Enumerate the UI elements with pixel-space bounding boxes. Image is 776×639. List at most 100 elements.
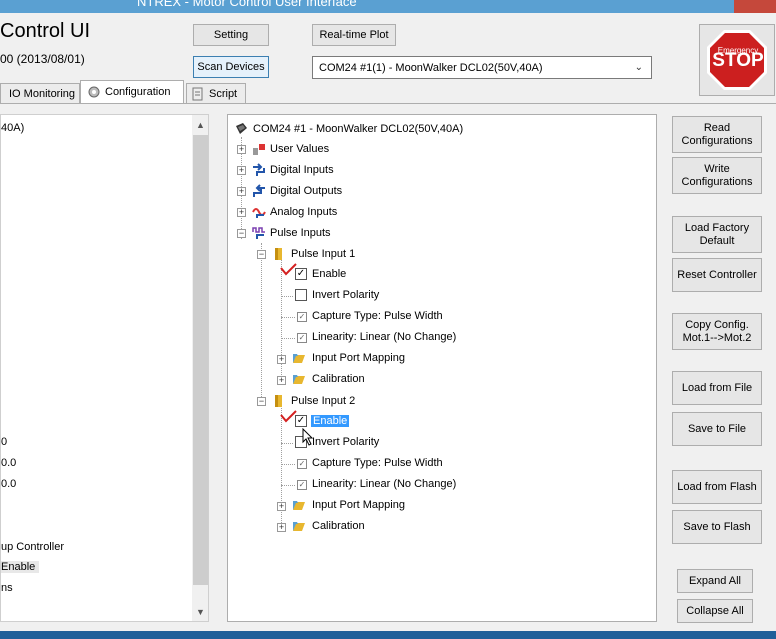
config-tree-panel: COM24 #1 - MoonWalker DCL02(50V,40A) + U… [227,114,657,622]
tab-io-monitoring[interactable]: IO Monitoring [0,83,80,103]
tree-item-calibration-1[interactable]: Calibration [292,371,365,387]
open-folder-icon [293,501,305,510]
read-configurations-button[interactable]: Read Configurations [672,116,762,153]
tree-item-capture-2[interactable]: Capture Type: Pulse Width [312,455,443,471]
capture-check-icon-2: ✓ [297,459,307,469]
open-folder-icon [293,354,305,363]
left-line: up Controller [1,541,64,553]
device-select[interactable]: COM24 #1(1) - MoonWalker DCL02(50V,40A) … [312,56,652,79]
tab-script[interactable]: Script [186,83,246,103]
tab-divider [0,103,776,104]
left-line: 0.0 [1,478,17,490]
save-to-file-button[interactable]: Save to File [672,412,762,446]
invert-polarity-checkbox-1[interactable] [295,289,307,301]
chevron-down-icon: ⌄ [634,62,643,73]
tree-item-digital-inputs[interactable]: Digital Inputs [252,162,334,178]
expand-all-button[interactable]: Expand All [677,569,753,593]
tab-label: Configuration [105,86,171,98]
tree-root[interactable]: COM24 #1 - MoonWalker DCL02(50V,40A) [234,121,463,137]
scroll-down-icon[interactable]: ▼ [196,607,205,617]
reset-controller-button[interactable]: Reset Controller [672,258,762,292]
tree-item-port-mapping-2[interactable]: Input Port Mapping [292,497,405,513]
scan-devices-button[interactable]: Scan Devices [193,56,269,78]
tree-item-label: Pulse Inputs [270,227,331,239]
tree-item-label: Pulse Input 1 [291,248,356,260]
tab-configuration[interactable]: Configuration [80,80,184,103]
enable-checkbox-1[interactable]: ✓ [295,268,307,280]
tree-item-label: Linearity: Linear (No Change) [312,478,457,490]
expand-plus-icon[interactable]: + [277,502,286,511]
tree-item-enable-1[interactable]: Enable [312,266,346,282]
digital-output-icon [253,184,265,197]
tree-item-linearity-1[interactable]: Linearity: Linear (No Change) [312,329,456,345]
tree-item-capture-1[interactable]: Capture Type: Pulse Width [312,308,443,324]
tree-guide [281,296,293,297]
setting-button[interactable]: Setting [193,24,269,46]
tree-item-label: User Values [270,143,330,155]
expand-plus-icon[interactable]: + [237,208,246,217]
collapse-minus-icon[interactable]: − [237,229,246,238]
tree-item-invert-2[interactable]: Invert Polarity [312,434,379,450]
expand-plus-icon[interactable]: + [277,376,286,385]
tree-item-enable-2[interactable]: Enable [311,413,350,429]
status-bar [0,631,776,639]
tree-item-label: Invert Polarity [312,289,380,301]
realtime-plot-button[interactable]: Real-time Plot [312,24,396,46]
tree-item-label: Digital Outputs [270,185,343,197]
folder-icon [275,395,282,407]
tree-item-pulse-inputs[interactable]: Pulse Inputs [252,225,331,241]
enable-checkbox-2[interactable]: ✓ [295,415,307,427]
folder-icon [275,248,282,260]
scroll-up-icon[interactable]: ▲ [196,120,205,130]
load-from-file-button[interactable]: Load from File [672,371,762,405]
tree-item-digital-outputs[interactable]: Digital Outputs [252,183,342,199]
collapse-minus-icon[interactable]: − [257,397,266,406]
save-to-flash-button[interactable]: Save to Flash [672,510,762,544]
collapse-all-button[interactable]: Collapse All [677,599,753,623]
open-folder-icon [293,375,305,384]
linearity-check-icon-1: ✓ [297,333,307,343]
emergency-stop-button[interactable]: Emergency STOP [699,24,775,96]
expand-plus-icon[interactable]: + [277,355,286,364]
tree-item-pulse-input-2[interactable]: Pulse Input 2 [272,393,355,409]
config-value-panel: 40A) 0 0.0 0.0 up Controller Enable ns ▲… [0,114,209,622]
tree-guide [281,485,295,486]
expand-plus-icon[interactable]: + [237,166,246,175]
tree-guide [261,243,262,401]
analog-input-icon [252,208,266,218]
tab-label: IO Monitoring [9,87,76,100]
user-values-icon [253,144,265,155]
collapse-minus-icon[interactable]: − [257,250,266,259]
copy-config-button[interactable]: Copy Config. Mot.1-->Mot.2 [672,313,762,350]
tree-item-invert-1[interactable]: Invert Polarity [312,287,379,303]
close-button[interactable] [734,0,776,13]
left-line: 40A) [1,122,25,134]
scrollbar-thumb[interactable] [193,135,208,585]
stop-label: STOP [712,50,764,71]
tree-item-user-values[interactable]: User Values [252,141,329,157]
expand-plus-icon[interactable]: + [237,187,246,196]
tree-item-label: Calibration [312,373,365,385]
left-line: ns [1,582,13,594]
tree-item-label: Capture Type: Pulse Width [312,457,443,469]
tree-item-label: Pulse Input 2 [291,395,356,407]
tree-item-label: Input Port Mapping [312,499,405,511]
load-from-flash-button[interactable]: Load from Flash [672,470,762,504]
tree-item-port-mapping-1[interactable]: Input Port Mapping [292,350,405,366]
open-folder-icon [293,522,305,531]
tree-item-linearity-2[interactable]: Linearity: Linear (No Change) [312,476,456,492]
script-icon [192,87,203,100]
write-configurations-button[interactable]: Write Configurations [672,157,762,194]
tree-item-pulse-input-1[interactable]: Pulse Input 1 [272,246,355,262]
tree-item-label: Capture Type: Pulse Width [312,310,443,322]
load-factory-default-button[interactable]: Load Factory Default [672,216,762,253]
tree-item-analog-inputs[interactable]: Analog Inputs [252,204,337,220]
tree-item-label: Enable [312,268,347,280]
left-line[interactable]: Enable [1,561,40,573]
tab-label: Script [209,87,238,100]
tree-item-calibration-2[interactable]: Calibration [292,518,365,534]
app-title: Control UI [0,20,91,42]
expand-plus-icon[interactable]: + [237,145,246,154]
expand-plus-icon[interactable]: + [277,523,286,532]
capture-check-icon-1: ✓ [297,312,307,322]
